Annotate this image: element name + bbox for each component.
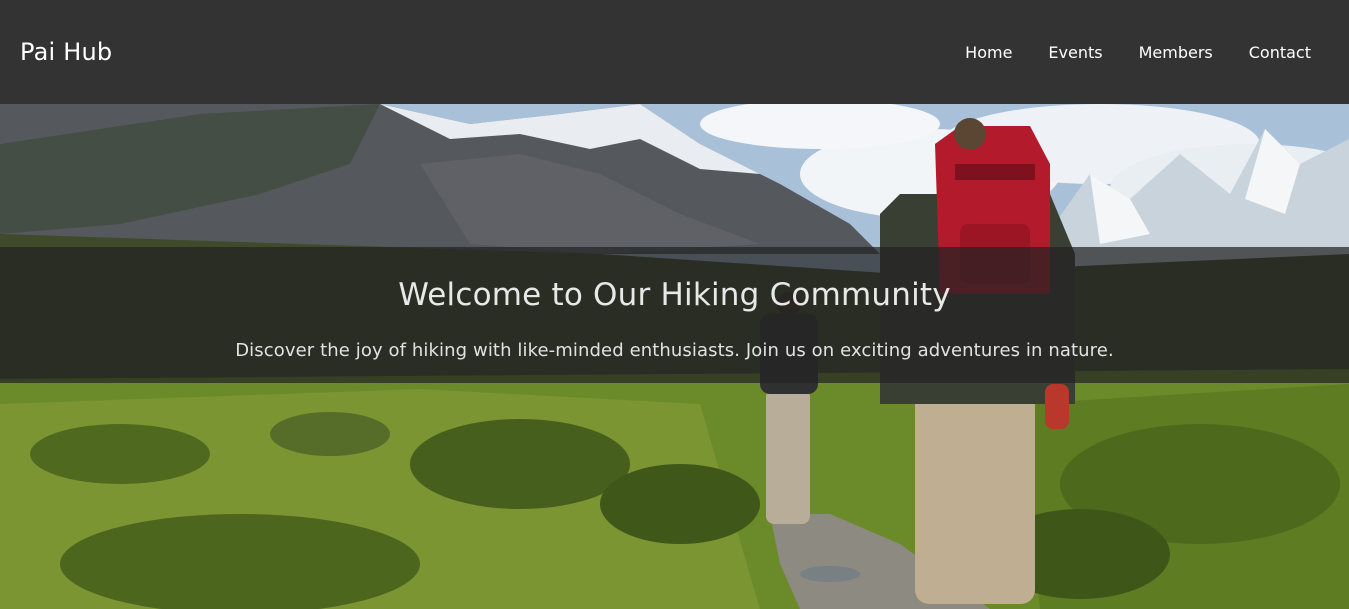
hero-title: Welcome to Our Hiking Community xyxy=(398,277,951,313)
nav-link-members[interactable]: Members xyxy=(1139,43,1213,62)
hero-overlay: Welcome to Our Hiking Community Discover… xyxy=(0,247,1349,383)
nav-link-home[interactable]: Home xyxy=(965,43,1012,62)
hero-subtitle: Discover the joy of hiking with like-min… xyxy=(235,340,1114,361)
nav-link-contact[interactable]: Contact xyxy=(1249,43,1311,62)
brand-logo[interactable]: Pai Hub xyxy=(20,38,112,66)
navbar: Pai Hub Home Events Members Contact xyxy=(0,0,1349,104)
nav-menu: Home Events Members Contact xyxy=(965,43,1311,62)
nav-link-events[interactable]: Events xyxy=(1048,43,1102,62)
hero-section: Welcome to Our Hiking Community Discover… xyxy=(0,104,1349,609)
